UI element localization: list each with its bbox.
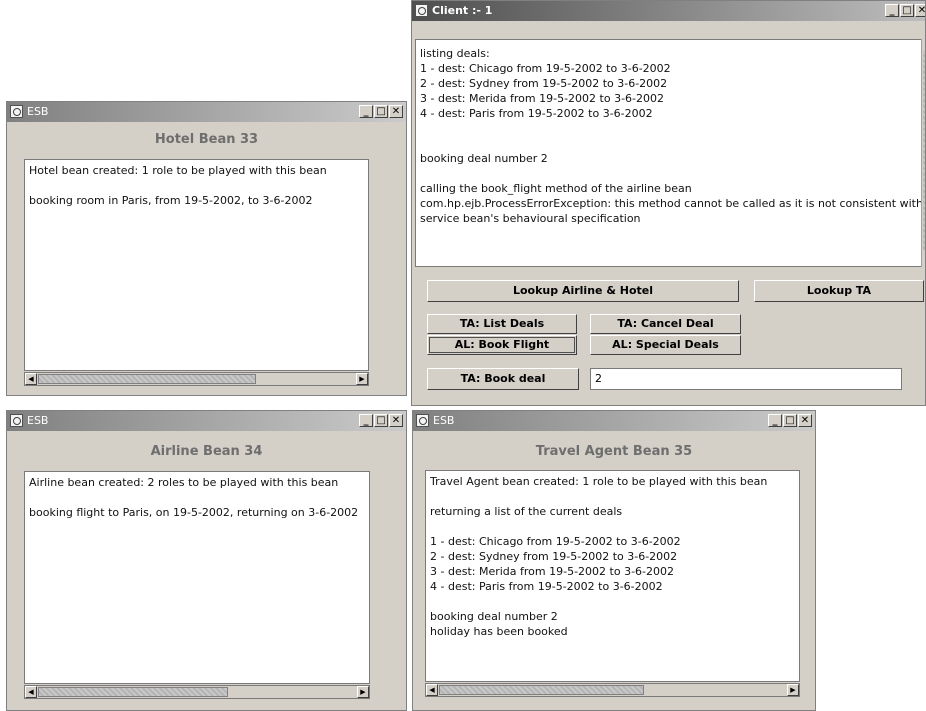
hotel-title: ESB bbox=[27, 105, 49, 118]
airline-horizontal-scrollbar[interactable]: ◀ ▶ bbox=[24, 685, 370, 699]
maximize-icon[interactable]: □ bbox=[783, 414, 797, 427]
close-icon[interactable]: ✕ bbox=[915, 4, 925, 17]
arrow-right-icon[interactable]: ▶ bbox=[787, 684, 799, 696]
close-icon[interactable]: ✕ bbox=[389, 414, 403, 427]
hotel-title-bar[interactable]: ESB _ □ ✕ bbox=[7, 102, 406, 122]
ta-cancel-deal-button[interactable]: TA: Cancel Deal bbox=[590, 314, 741, 334]
arrow-right-icon[interactable]: ▶ bbox=[356, 373, 368, 385]
airline-log-area[interactable]: Airline bean created: 2 roles to be play… bbox=[24, 471, 370, 684]
scroll-thumb[interactable] bbox=[38, 687, 228, 697]
client-title: Client :- 1 bbox=[432, 4, 493, 17]
client-window: Client :- 1 _ □ ✕ listing deals: 1 - des… bbox=[411, 0, 926, 406]
client-title-bar[interactable]: Client :- 1 _ □ ✕ bbox=[412, 1, 925, 21]
airline-title-bar[interactable]: ESB _ □ ✕ bbox=[7, 411, 406, 431]
deal-number-input[interactable]: 2 bbox=[590, 368, 902, 390]
arrow-left-icon[interactable]: ◀ bbox=[25, 686, 37, 698]
al-special-deals-button[interactable]: AL: Special Deals bbox=[590, 335, 741, 355]
travel-agent-title: ESB bbox=[433, 414, 455, 427]
app-icon bbox=[416, 414, 429, 427]
minimize-icon[interactable]: _ bbox=[768, 414, 782, 427]
lookup-ta-button[interactable]: Lookup TA bbox=[754, 280, 924, 302]
app-icon bbox=[415, 4, 428, 17]
scroll-thumb[interactable] bbox=[38, 374, 256, 384]
maximize-icon[interactable]: □ bbox=[900, 4, 914, 17]
minimize-icon[interactable]: _ bbox=[885, 4, 899, 17]
client-log-area[interactable]: listing deals: 1 - dest: Chicago from 19… bbox=[415, 39, 925, 267]
travel-agent-heading: Travel Agent Bean 35 bbox=[535, 444, 693, 459]
hotel-log-area[interactable]: Hotel bean created: 1 role to be played … bbox=[24, 159, 369, 371]
maximize-icon[interactable]: □ bbox=[374, 414, 388, 427]
airline-window: ESB _ □ ✕ Airline Bean 34 Airline bean c… bbox=[6, 410, 407, 711]
minimize-icon[interactable]: _ bbox=[359, 414, 373, 427]
app-icon bbox=[10, 105, 23, 118]
hotel-horizontal-scrollbar[interactable]: ◀ ▶ bbox=[24, 372, 369, 386]
scroll-thumb[interactable] bbox=[439, 685, 644, 695]
al-book-flight-button[interactable]: AL: Book Flight bbox=[427, 335, 577, 355]
client-vertical-scrollbar[interactable] bbox=[921, 39, 925, 267]
lookup-airline-hotel-button[interactable]: Lookup Airline & Hotel bbox=[427, 280, 739, 302]
arrow-left-icon[interactable]: ◀ bbox=[426, 684, 438, 696]
ta-book-deal-button[interactable]: TA: Book deal bbox=[427, 368, 579, 390]
app-icon bbox=[10, 414, 23, 427]
travel-agent-title-bar[interactable]: ESB _ □ ✕ bbox=[413, 411, 815, 431]
arrow-right-icon[interactable]: ▶ bbox=[357, 686, 369, 698]
hotel-heading: Hotel Bean 33 bbox=[154, 132, 259, 147]
airline-title: ESB bbox=[27, 414, 49, 427]
close-icon[interactable]: ✕ bbox=[798, 414, 812, 427]
close-icon[interactable]: ✕ bbox=[389, 105, 403, 118]
airline-heading: Airline Bean 34 bbox=[150, 444, 263, 459]
travel-agent-log-area[interactable]: Travel Agent bean created: 1 role to be … bbox=[425, 470, 800, 682]
travel-agent-window: ESB _ □ ✕ Travel Agent Bean 35 Travel Ag… bbox=[412, 410, 816, 711]
arrow-left-icon[interactable]: ◀ bbox=[25, 373, 37, 385]
minimize-icon[interactable]: _ bbox=[359, 105, 373, 118]
maximize-icon[interactable]: □ bbox=[374, 105, 388, 118]
ta-list-deals-button[interactable]: TA: List Deals bbox=[427, 314, 577, 334]
travel-agent-horizontal-scrollbar[interactable]: ◀ ▶ bbox=[425, 683, 800, 697]
hotel-window: ESB _ □ ✕ Hotel Bean 33 Hotel bean creat… bbox=[6, 101, 407, 396]
